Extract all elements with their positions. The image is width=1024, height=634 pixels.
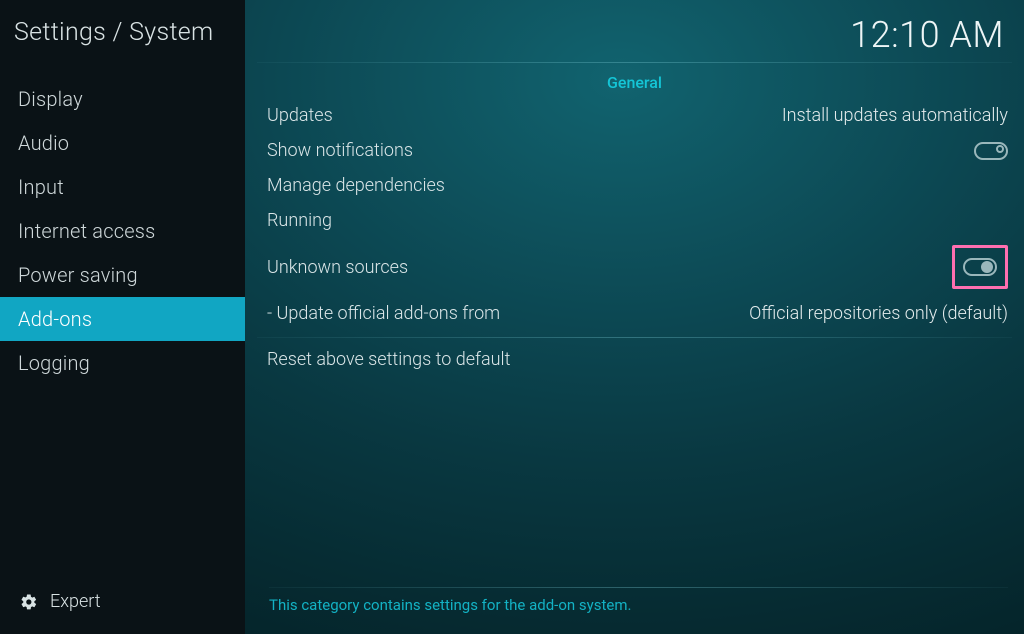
- setting-label: Show notifications: [267, 140, 413, 161]
- setting-row-reset-defaults[interactable]: Reset above settings to default: [245, 342, 1024, 377]
- sidebar-item-label: Audio: [18, 131, 69, 155]
- setting-label: Unknown sources: [267, 257, 408, 278]
- highlight-annotation: [952, 245, 1008, 289]
- divider: [257, 337, 1012, 338]
- setting-row-unknown-sources[interactable]: Unknown sources: [245, 238, 1024, 296]
- sidebar-item-display[interactable]: Display: [0, 77, 245, 121]
- setting-value: Official repositories only (default): [749, 303, 1008, 324]
- sidebar-item-input[interactable]: Input: [0, 165, 245, 209]
- sidebar: Settings / System Display Audio Input In…: [0, 0, 245, 634]
- sidebar-item-label: Logging: [18, 351, 90, 375]
- sidebar-item-label: Internet access: [18, 219, 155, 243]
- toggle-knob: [981, 261, 993, 273]
- toggle-switch[interactable]: [974, 142, 1008, 160]
- setting-label: Updates: [267, 105, 333, 126]
- sidebar-item-internet-access[interactable]: Internet access: [0, 209, 245, 253]
- gear-icon: [20, 593, 38, 611]
- settings-rows: Updates Install updates automatically Sh…: [245, 98, 1024, 377]
- footer-help-text: This category contains settings for the …: [269, 596, 1008, 614]
- sidebar-spacer: [0, 385, 245, 591]
- content-area: 12:10 AM General Updates Install updates…: [245, 0, 1024, 634]
- settings-level-button[interactable]: Expert: [0, 591, 245, 634]
- setting-row-update-official-addons[interactable]: Update official add-ons from Official re…: [245, 296, 1024, 331]
- breadcrumb: Settings / System: [0, 0, 245, 59]
- divider: [269, 587, 1008, 588]
- sidebar-item-logging[interactable]: Logging: [0, 341, 245, 385]
- footer: This category contains settings for the …: [245, 575, 1024, 634]
- setting-label: Running: [267, 210, 332, 231]
- setting-row-running[interactable]: Running: [245, 203, 1024, 238]
- sidebar-item-label: Add-ons: [18, 307, 92, 331]
- sidebar-item-add-ons[interactable]: Add-ons: [0, 297, 245, 341]
- sidebar-item-label: Power saving: [18, 263, 138, 287]
- app-root: Settings / System Display Audio Input In…: [0, 0, 1024, 634]
- toggle-knob: [996, 145, 1004, 153]
- setting-label: Reset above settings to default: [267, 349, 510, 370]
- section-title: General: [245, 63, 1024, 98]
- sidebar-nav: Display Audio Input Internet access Powe…: [0, 77, 245, 385]
- settings-level-label: Expert: [50, 591, 101, 612]
- clock: 12:10 AM: [850, 14, 1004, 56]
- sidebar-item-power-saving[interactable]: Power saving: [0, 253, 245, 297]
- setting-value: Install updates automatically: [782, 105, 1008, 126]
- setting-row-updates[interactable]: Updates Install updates automatically: [245, 98, 1024, 133]
- sidebar-item-label: Display: [18, 87, 83, 111]
- sidebar-item-audio[interactable]: Audio: [0, 121, 245, 165]
- setting-label: Manage dependencies: [267, 175, 445, 196]
- setting-row-show-notifications[interactable]: Show notifications: [245, 133, 1024, 168]
- toggle-switch[interactable]: [963, 258, 997, 276]
- setting-label: Update official add-ons from: [267, 303, 500, 324]
- setting-row-manage-dependencies[interactable]: Manage dependencies: [245, 168, 1024, 203]
- sidebar-item-label: Input: [18, 175, 64, 199]
